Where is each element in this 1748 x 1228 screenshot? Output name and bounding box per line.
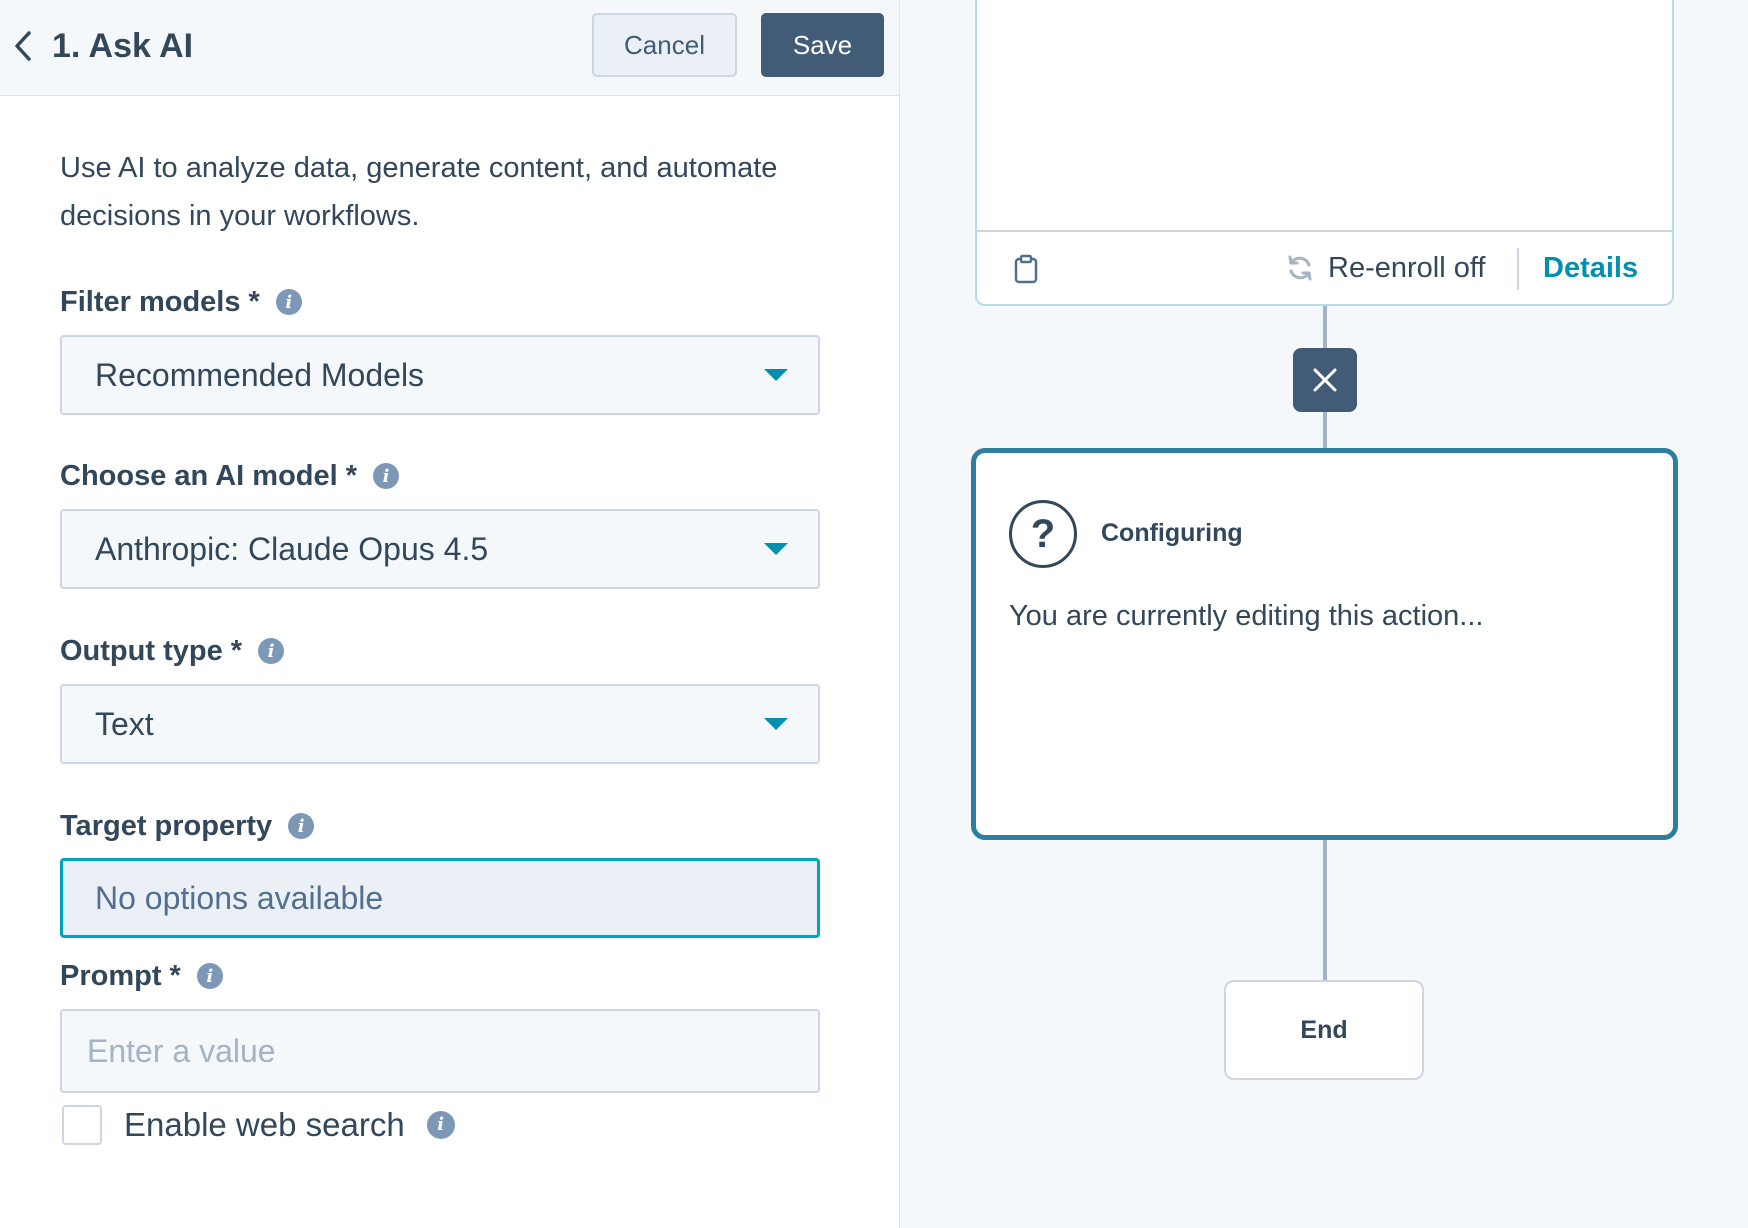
target-property-value: No options available [95, 880, 384, 916]
configuring-action-card[interactable]: ? Configuring You are currently editing … [971, 448, 1678, 840]
ai-model-value: Anthropic: Claude Opus 4.5 [95, 531, 489, 567]
info-icon[interactable]: i [426, 1111, 455, 1139]
end-node[interactable]: End [1224, 980, 1424, 1080]
panel-title: 1. Ask AI [52, 27, 194, 65]
clipboard-icon[interactable] [1013, 254, 1039, 289]
connector-line [1323, 840, 1327, 980]
ai-model-label-text: Choose an AI model * [60, 459, 358, 492]
reenroll-label: Re-enroll off [1328, 251, 1486, 284]
connector-line [1323, 306, 1327, 348]
panel-description: Use AI to analyze data, generate content… [60, 152, 778, 232]
filter-models-label-text: Filter models * [60, 285, 260, 318]
card-footer: Re-enroll off Details [977, 230, 1672, 304]
config-card-text: You are currently editing this action... [1009, 600, 1484, 632]
target-property-label-text: Target property [60, 809, 273, 842]
info-icon[interactable]: i [275, 289, 302, 315]
prompt-label-text: Prompt * [60, 959, 181, 992]
info-icon[interactable]: i [288, 813, 315, 839]
divider [1517, 248, 1519, 290]
action-config-panel: 1. Ask AI Cancel Save Use AI to analyze … [0, 0, 900, 1228]
connector-line [1323, 412, 1327, 448]
filter-models-value: Recommended Models [95, 357, 425, 393]
cancel-button[interactable]: Cancel [592, 13, 737, 77]
previous-action-card[interactable]: Re-enroll off Details [975, 0, 1674, 306]
config-card-title: Configuring [1101, 519, 1243, 547]
prompt-label: Prompt * i [60, 956, 223, 996]
info-icon[interactable]: i [196, 963, 223, 989]
ai-model-label: Choose an AI model * i [60, 456, 400, 496]
target-property-select[interactable]: No options available [60, 858, 820, 938]
remove-action-button[interactable] [1293, 348, 1357, 412]
reenroll-status[interactable]: Re-enroll off [1286, 248, 1485, 288]
info-icon[interactable]: i [373, 463, 400, 489]
prompt-input[interactable] [60, 1009, 820, 1093]
chevron-left-icon [15, 31, 31, 61]
info-icon[interactable]: i [258, 638, 285, 664]
output-type-select[interactable]: Text [60, 684, 820, 764]
web-search-label-text: Enable web search [124, 1106, 405, 1143]
question-icon: ? [1009, 500, 1077, 568]
panel-header: 1. Ask AI Cancel Save [0, 0, 899, 96]
output-type-value: Text [95, 706, 154, 742]
web-search-checkbox[interactable] [62, 1105, 102, 1145]
output-type-label-text: Output type * [60, 634, 243, 667]
refresh-icon [1288, 255, 1312, 281]
output-type-label: Output type * i [60, 631, 285, 671]
workflow-canvas[interactable]: Re-enroll off Details ? Configuring You … [900, 0, 1748, 1228]
details-link[interactable]: Details [1543, 248, 1638, 288]
caret-down-icon [764, 543, 788, 555]
filter-models-label: Filter models * i [60, 282, 302, 322]
caret-down-icon [764, 369, 788, 381]
close-icon [1313, 368, 1337, 392]
target-property-label: Target property i [60, 806, 315, 846]
caret-down-icon [764, 718, 788, 730]
web-search-label: Enable web search i [124, 1104, 455, 1146]
ai-model-select[interactable]: Anthropic: Claude Opus 4.5 [60, 509, 820, 589]
save-button[interactable]: Save [761, 13, 884, 77]
filter-models-select[interactable]: Recommended Models [60, 335, 820, 415]
back-button[interactable] [8, 26, 38, 66]
